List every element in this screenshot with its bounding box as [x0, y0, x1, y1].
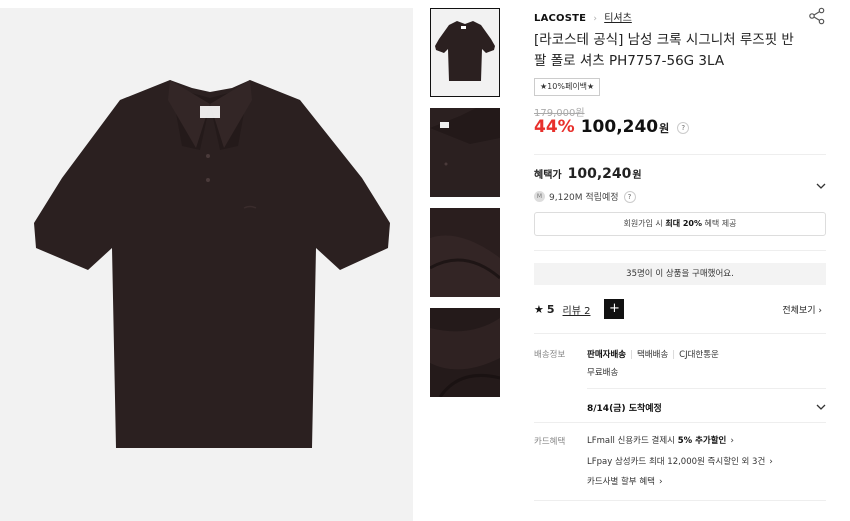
thumbnail-1[interactable] — [430, 8, 500, 97]
review-row: ★ 5 리뷰 2 + 전체보기 › — [534, 298, 826, 320]
shipping-info: 판매자배송 | 택배배송 | CJ대한통운 — [587, 350, 719, 360]
card-benefit-label: 카드혜택 — [534, 437, 566, 447]
shipping-label: 배송정보 — [534, 350, 566, 360]
mileage-icon: M — [534, 191, 545, 202]
thumbnail-2[interactable] — [430, 108, 500, 197]
price-row: 44% 100,240 원 ? — [534, 117, 690, 139]
thumbnail-3[interactable] — [430, 208, 500, 297]
benefit-price-unit: 원 — [632, 170, 642, 181]
review-score: 5 — [546, 302, 555, 316]
benefit-price-row[interactable]: 혜택가 100,240 원 — [534, 166, 642, 182]
main-product-image[interactable] — [0, 8, 413, 521]
member-join-banner[interactable]: 회원가입 시 최대 20% 혜택 제공 — [534, 212, 826, 236]
view-all-link[interactable]: 전체보기 › — [782, 303, 822, 316]
sale-price: 100,240 — [580, 117, 659, 137]
thumbnail-fabric-detail — [430, 208, 500, 297]
thumbnail-4[interactable] — [430, 308, 500, 397]
join-text-bold: 최대 20% — [665, 219, 702, 228]
product-title: [라코스테 공식] 남성 크록 시그니처 루즈핏 반팔 폴로 셔츠 PH7757… — [534, 32, 794, 69]
divider — [534, 154, 826, 155]
points-row: M 9,120M 적립예정 ? — [534, 190, 636, 203]
card-benefit-lfpay[interactable]: LFpay 삼성카드 최대 12,000원 즉시할인 외 3건 › — [587, 455, 773, 467]
join-text-post: 혜택 제공 — [702, 219, 737, 228]
shipping-fee: 무료배송 — [587, 368, 619, 378]
share-icon[interactable] — [808, 7, 826, 25]
divider — [534, 333, 826, 334]
benefit-price: 100,240 — [567, 166, 632, 182]
star-icon: ★ — [534, 302, 544, 316]
thumbnail-collar-detail — [430, 108, 500, 197]
shipping-method: 택배배송 — [636, 350, 669, 360]
card-lfmall-text: LFmall 신용카드 결제시 — [587, 436, 678, 446]
category-link[interactable]: 티셔츠 — [604, 13, 632, 24]
price-unit: 원 — [659, 122, 670, 135]
chevron-right-icon: › — [769, 457, 773, 467]
points-help-icon[interactable]: ? — [623, 190, 636, 203]
card-benefit-lfmall[interactable]: LFmall 신용카드 결제시 5% 추가할인 › — [587, 434, 734, 446]
buyers-count-banner: 35명이 이 상품을 구매했어요. — [534, 263, 826, 285]
shipping-carrier: CJ대한통운 — [679, 350, 719, 360]
card-lfmall-bold: 5% 추가할인 — [677, 436, 727, 446]
points-text: 9,120M 적립예정 — [549, 193, 619, 203]
view-all-label: 전체보기 — [782, 305, 816, 316]
arrival-estimate[interactable]: 8/14(금) 도착예정 — [587, 401, 662, 414]
benefit-label: 혜택가 — [534, 170, 562, 181]
brand-breadcrumb: LACOSTE › 티셔츠 — [534, 7, 826, 25]
chevron-down-icon[interactable] — [816, 181, 826, 191]
divider — [534, 500, 826, 501]
thumbnail-list — [430, 8, 500, 408]
card-installment[interactable]: 카드사별 할부 혜택 › — [587, 475, 663, 487]
join-text-pre: 회원가입 시 — [623, 219, 666, 228]
brand-link[interactable]: LACOSTE — [534, 13, 586, 24]
chevron-down-icon[interactable] — [816, 402, 826, 412]
price-help-icon[interactable]: ? — [677, 122, 690, 134]
polo-shirt-illustration — [34, 80, 390, 448]
review-count-link[interactable]: 리뷰 2 — [563, 302, 591, 317]
breadcrumb-separator-icon: › — [593, 14, 598, 24]
thumbnail-shirt-front — [435, 21, 495, 81]
card-installment-text: 카드사별 할부 혜택 — [587, 477, 655, 487]
add-review-button[interactable]: + — [604, 299, 625, 319]
card-lfpay-text: LFpay 삼성카드 최대 12,000원 즉시할인 외 3건 — [587, 457, 766, 467]
chevron-right-icon: › — [730, 436, 734, 446]
chevron-right-icon: › — [658, 477, 663, 487]
divider — [534, 422, 826, 423]
divider — [534, 250, 826, 251]
thumbnail-texture-detail — [430, 308, 500, 397]
shipping-type: 판매자배송 — [587, 350, 627, 360]
discount-rate: 44% — [534, 117, 575, 137]
divider — [587, 388, 826, 389]
payback-badge: ★10%페이백★ — [534, 78, 601, 96]
